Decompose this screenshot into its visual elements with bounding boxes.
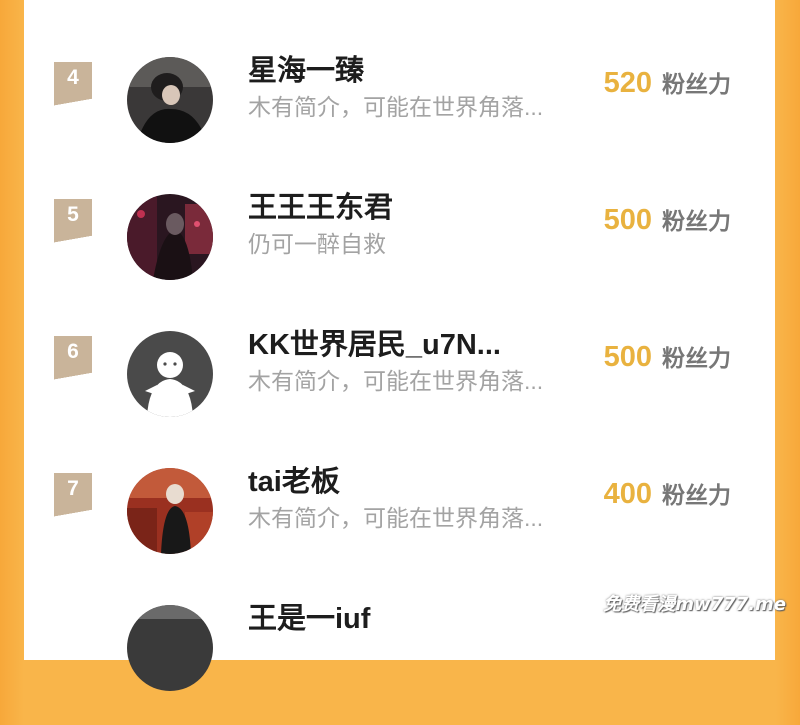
fans-number: 400 [603,478,652,510]
fans-count: 500 粉丝力 [604,339,731,374]
user-name[interactable]: 王王王东君 [248,184,393,226]
rank-badge: 4 [54,62,92,108]
user-name[interactable]: 星海一臻 [248,47,364,89]
avatar-photo-icon [127,605,213,691]
watermark: 免费看漫mw777.me [603,594,786,615]
avatar[interactable] [127,331,213,417]
rank-badge: 5 [54,199,92,245]
default-avatar-icon [127,331,213,417]
fans-count: 400 粉丝力 [604,476,731,511]
fans-label: 粉丝力 [662,482,731,508]
user-name[interactable]: 王是一iuf [248,595,370,637]
fans-number: 520 [603,67,652,99]
list-item[interactable]: 5 王王王东君 仍可一醉自救 500 粉丝力 [24,192,775,314]
fans-label: 粉丝力 [662,345,731,371]
avatar[interactable] [127,468,213,554]
avatar[interactable] [127,57,213,143]
list-item[interactable]: 6 KK世界居民_u7N... 木有简介，可能在世界角落... 500 粉丝力 [24,329,775,451]
list-item[interactable]: 4 星海一臻 木有简介，可能在世界角落... 520 粉丝力 [24,55,775,177]
fans-label: 粉丝力 [662,208,731,234]
user-bio: 木有简介，可能在世界角落... [248,368,544,394]
rank-badge: 7 [54,473,92,519]
avatar-photo-icon [127,194,213,280]
list-item[interactable]: 王是一iuf [24,603,775,725]
fans-number: 500 [603,341,652,373]
avatar-photo-icon [127,57,213,143]
avatar-photo-icon [127,468,213,554]
fans-label: 粉丝力 [662,71,731,97]
rank-badge: 6 [54,336,92,382]
ranking-card: 4 星海一臻 木有简介，可能在世界角落... 520 粉丝力 5 王王王东君 仍… [24,0,775,691]
avatar[interactable] [127,605,213,691]
fans-count: 520 粉丝力 [604,65,731,100]
fans-number: 500 [603,204,652,236]
user-bio: 木有简介，可能在世界角落... [248,505,544,531]
user-name[interactable]: tai老板 [248,458,340,500]
user-name[interactable]: KK世界居民_u7N... [248,321,501,363]
user-bio: 仍可一醉自救 [248,231,386,257]
avatar[interactable] [127,194,213,280]
user-bio: 木有简介，可能在世界角落... [248,94,544,120]
list-item[interactable]: 7 tai老板 木有简介，可能在世界角落... 400 粉丝力 [24,466,775,588]
fans-count: 500 粉丝力 [604,202,731,237]
